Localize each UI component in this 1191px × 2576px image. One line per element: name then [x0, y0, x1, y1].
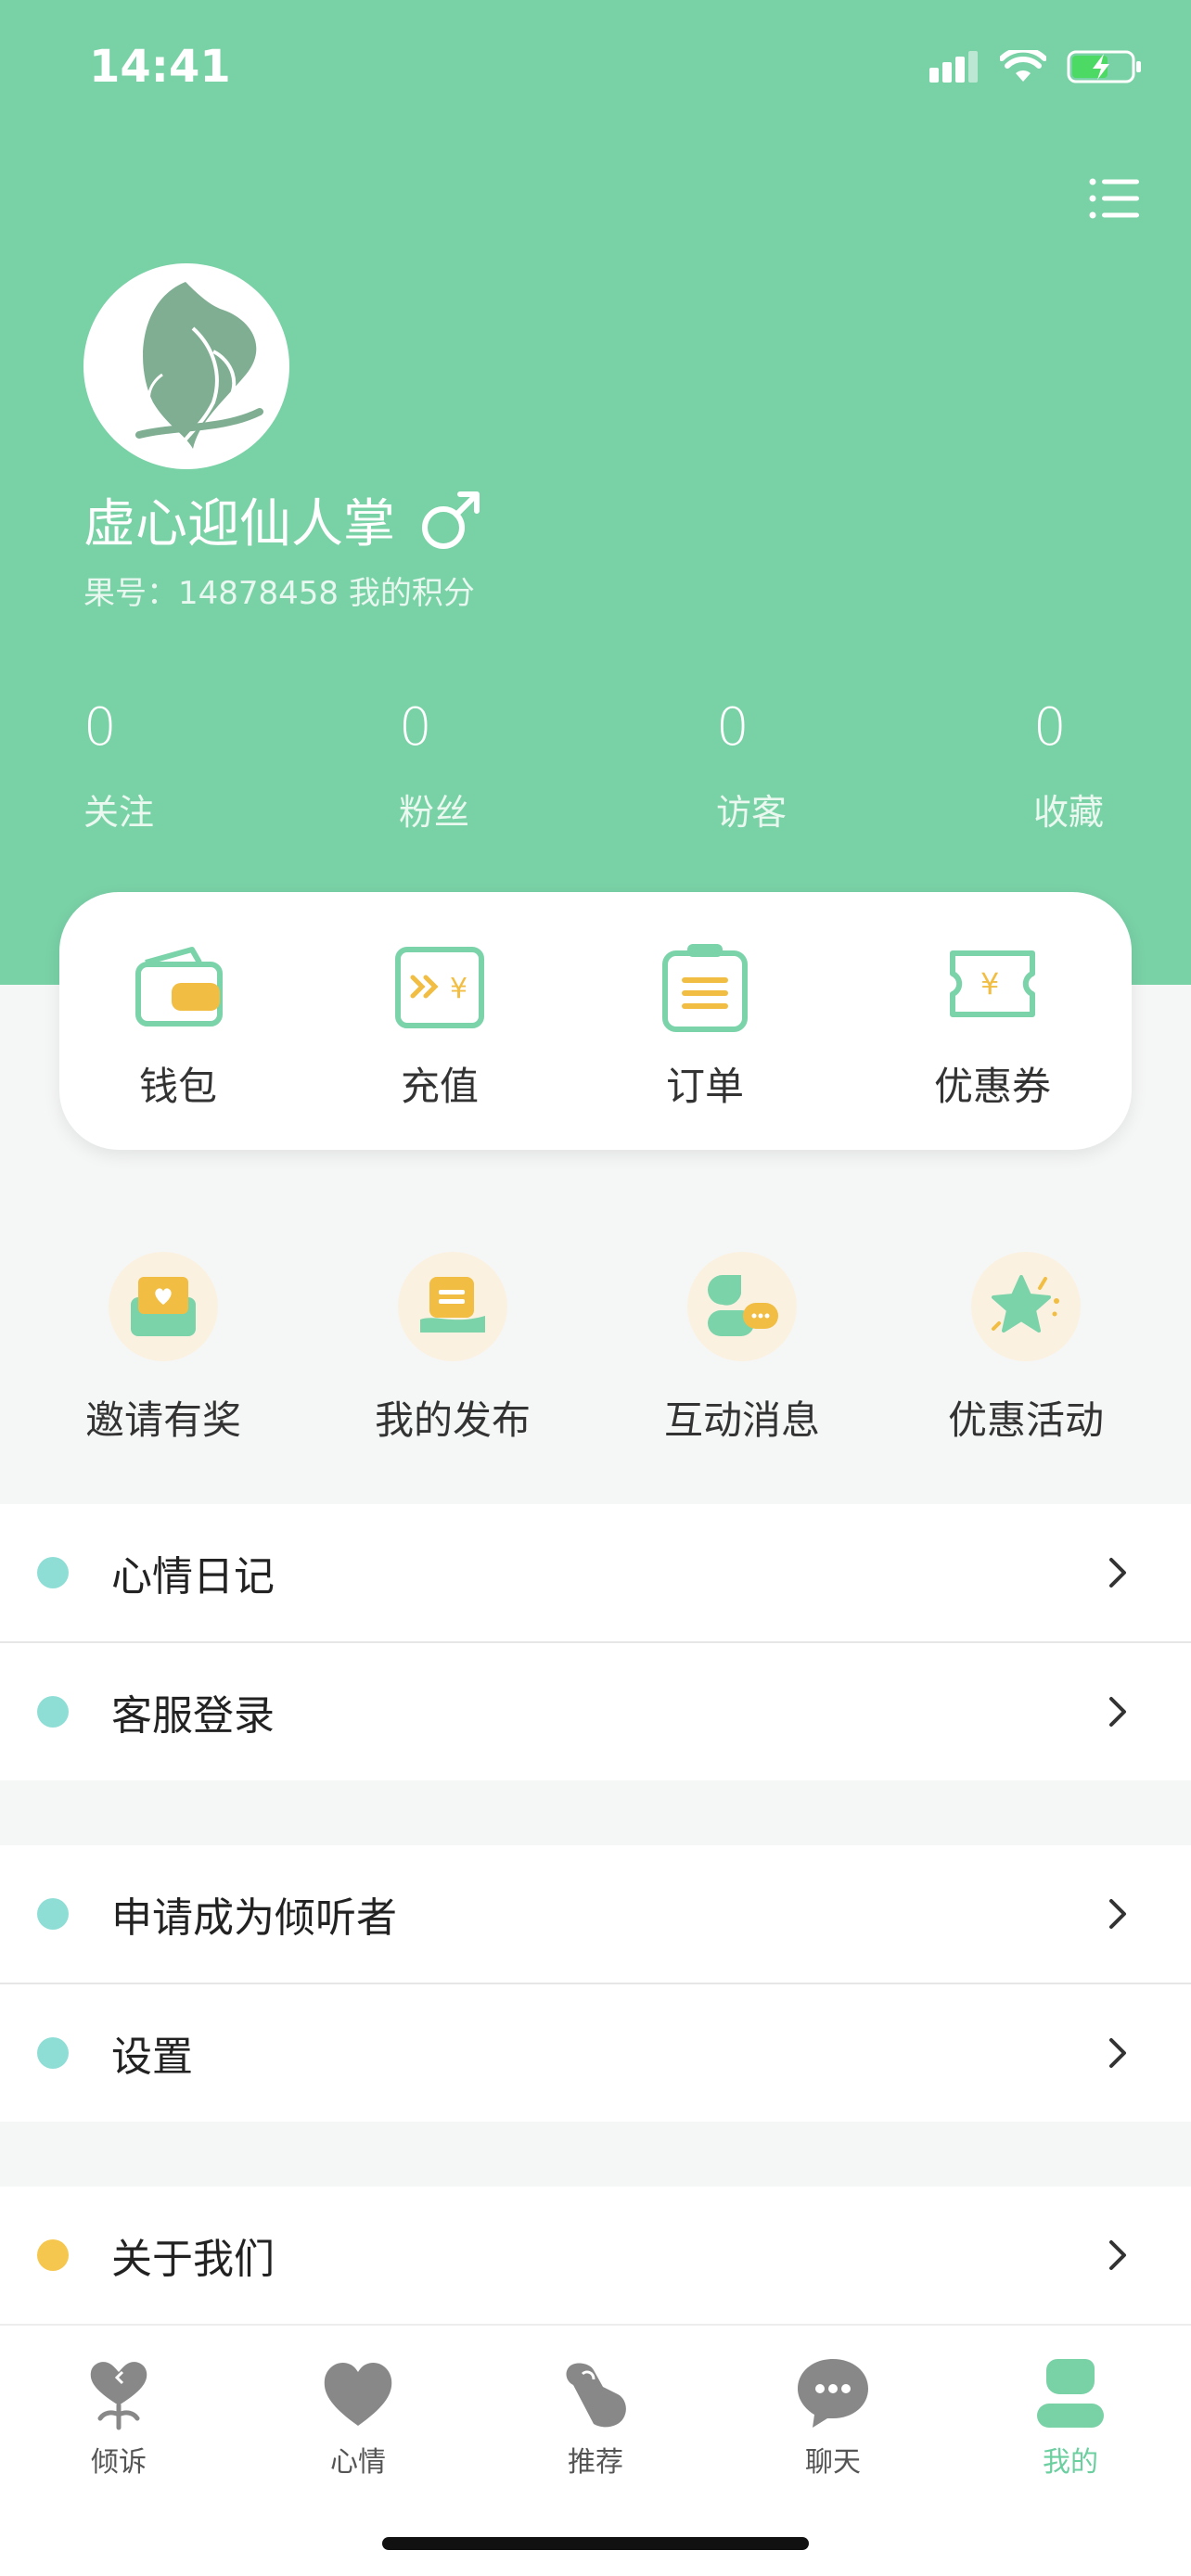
- recharge-icon: ¥: [395, 947, 484, 1028]
- order-icon: [662, 944, 748, 1032]
- tab-label: 推荐: [568, 2446, 623, 2479]
- confide-heart-icon: [90, 2362, 147, 2430]
- signal-icon: [929, 51, 978, 83]
- home-indicator: [382, 2537, 809, 2550]
- tab-label: 聊天: [805, 2446, 861, 2479]
- quick-invite[interactable]: 邀请有奖: [52, 1252, 275, 1446]
- action-label: 优惠券: [933, 1064, 1051, 1109]
- user-id-points[interactable]: 果号：14878458 我的积分: [83, 567, 475, 613]
- tab-mine[interactable]: 我的: [987, 2353, 1154, 2480]
- stat-label: 收藏: [1033, 792, 1105, 833]
- status-time: 14:41: [89, 41, 231, 93]
- stat-fans[interactable]: 0 粉丝: [399, 697, 469, 835]
- mood-heart-icon: [324, 2362, 392, 2426]
- wallet-action-card: 钱包 ¥ 充值 订单 ¥ 优惠券: [59, 892, 1132, 1150]
- action-coupon[interactable]: ¥ 优惠券: [900, 937, 1085, 1112]
- menu-label: 心情日记: [111, 1553, 275, 1600]
- quick-label: 互动消息: [663, 1397, 820, 1443]
- menu-settings[interactable]: 设置: [0, 1984, 1191, 2122]
- stat-favorites[interactable]: 0 收藏: [1033, 697, 1104, 835]
- chat-bubble-icon: [798, 2359, 868, 2428]
- interaction-message-icon: [708, 1275, 778, 1336]
- quick-label: 邀请有奖: [84, 1397, 241, 1443]
- menu-label: 设置: [111, 2034, 193, 2081]
- quick-promotions[interactable]: 优惠活动: [915, 1252, 1137, 1446]
- quick-label: 优惠活动: [947, 1397, 1104, 1443]
- stat-label: 粉丝: [399, 792, 470, 833]
- invite-gift-icon: [131, 1277, 196, 1336]
- apply-listener-dot-icon: [37, 1898, 69, 1930]
- promotion-star-icon: [992, 1275, 1059, 1333]
- tab-label: 倾诉: [91, 2446, 147, 2479]
- battery-charging-icon: [1067, 50, 1141, 83]
- chevron-right-icon: [1109, 1558, 1126, 1588]
- action-label: 订单: [665, 1064, 744, 1109]
- tab-label: 心情: [330, 2446, 386, 2479]
- stat-value: 0: [716, 697, 749, 758]
- stat-value: 0: [1033, 697, 1067, 758]
- tab-mood[interactable]: 心情: [275, 2353, 442, 2480]
- action-order[interactable]: 订单: [612, 937, 798, 1112]
- quick-icon-bg: [109, 1252, 218, 1361]
- butterfly-fairy-avatar-icon: [135, 282, 263, 449]
- stat-label: 关注: [83, 792, 155, 833]
- menu-customer-service-login[interactable]: 客服登录: [0, 1643, 1191, 1780]
- about-us-dot-icon: [37, 2239, 69, 2271]
- quick-interaction-messages[interactable]: 互动消息: [631, 1252, 853, 1446]
- user-icon: [1037, 2359, 1104, 2428]
- chevron-right-icon: [1109, 2038, 1126, 2068]
- quick-icon-bg: [687, 1252, 797, 1361]
- chevron-right-icon: [1109, 1899, 1126, 1929]
- username-row: 虚心迎仙人掌: [83, 482, 484, 557]
- settings-dot-icon: [37, 2037, 69, 2069]
- username: 虚心迎仙人掌: [83, 494, 395, 555]
- wifi-icon: [1000, 50, 1046, 82]
- my-post-icon: [420, 1277, 485, 1333]
- finger-heart-icon: [566, 2363, 626, 2428]
- stat-following[interactable]: 0 关注: [83, 697, 154, 835]
- quick-icon-bg: [398, 1252, 507, 1361]
- chevron-right-icon: [1109, 1697, 1126, 1727]
- stat-value: 0: [399, 697, 432, 758]
- mood-diary-dot-icon: [37, 1557, 69, 1588]
- action-label: 充值: [400, 1064, 479, 1109]
- customer-service-dot-icon: [37, 1696, 69, 1728]
- svg-text:¥: ¥: [450, 973, 467, 1005]
- stat-label: 访客: [716, 792, 788, 833]
- tab-label: 我的: [1043, 2446, 1098, 2479]
- wallet-icon: [135, 947, 223, 1027]
- list-menu-icon[interactable]: [1089, 178, 1139, 219]
- menu-about-us[interactable]: 关于我们: [0, 2187, 1191, 2324]
- menu-apply-listener[interactable]: 申请成为倾听者: [0, 1845, 1191, 1983]
- stat-value: 0: [83, 697, 117, 758]
- svg-text:¥: ¥: [980, 966, 999, 1001]
- coupon-icon: ¥: [950, 950, 1035, 1017]
- menu-label: 客服登录: [111, 1692, 275, 1740]
- stat-visitors[interactable]: 0 访客: [716, 697, 787, 835]
- status-icons: [929, 48, 1143, 85]
- menu-mood-diary[interactable]: 心情日记: [0, 1504, 1191, 1641]
- tab-chat[interactable]: 聊天: [749, 2353, 916, 2480]
- quick-label: 我的发布: [374, 1397, 531, 1443]
- action-label: 钱包: [138, 1064, 217, 1109]
- menu-label: 申请成为倾听者: [111, 1894, 397, 1942]
- quick-my-posts[interactable]: 我的发布: [341, 1252, 564, 1446]
- tab-recommend[interactable]: 推荐: [512, 2353, 679, 2480]
- action-wallet[interactable]: 钱包: [85, 937, 271, 1112]
- action-recharge[interactable]: ¥ 充值: [347, 937, 532, 1112]
- tab-confide[interactable]: 倾诉: [35, 2353, 202, 2480]
- chevron-right-icon: [1109, 2240, 1126, 2270]
- menu-label: 关于我们: [111, 2236, 275, 2283]
- quick-icon-bg: [971, 1252, 1081, 1361]
- avatar[interactable]: [83, 263, 289, 469]
- male-gender-icon: [422, 491, 480, 549]
